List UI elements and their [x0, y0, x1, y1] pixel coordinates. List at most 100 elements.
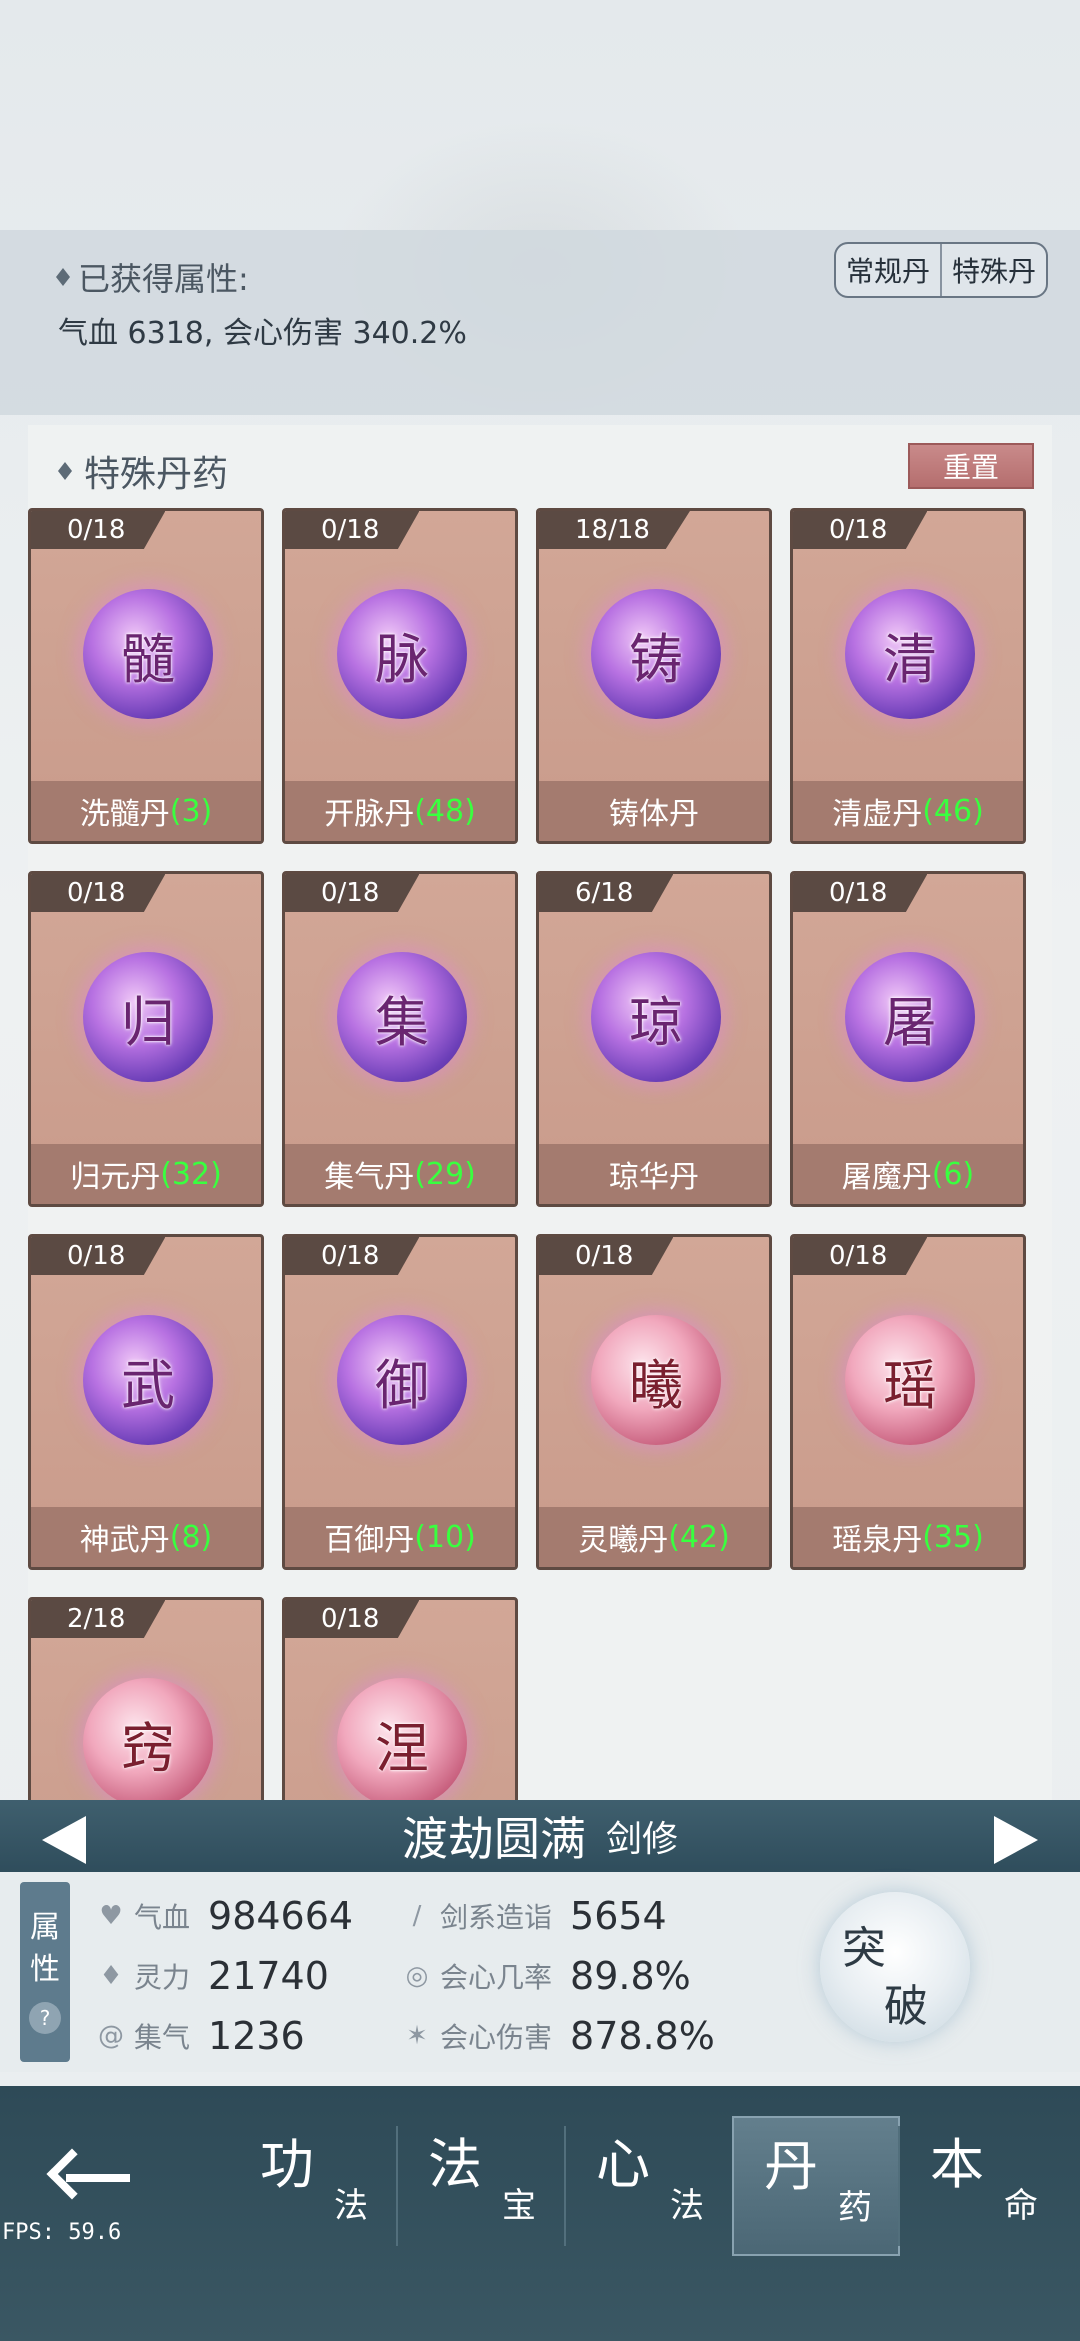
- pill-card[interactable]: 0/18 瑶瑶泉丹 (35): [790, 1234, 1026, 1570]
- nav-tab-sub-char: 法: [334, 2186, 368, 2226]
- nav-tab-main-char: 功: [260, 2133, 314, 2196]
- pill-name: 琼华丹: [609, 1160, 699, 1195]
- pill-card[interactable]: 0/18 脉开脉丹 (48): [282, 508, 518, 844]
- pill-name-bar: 神武丹 (8): [31, 1507, 261, 1567]
- breakthrough-char-1: 突: [842, 1923, 886, 1974]
- fps-counter: FPS: 59.6: [2, 2220, 122, 2245]
- stat-lingli-value: 21740: [208, 1954, 329, 1998]
- pill-card[interactable]: 18/18 铸铸体丹: [536, 508, 772, 844]
- tab-regular-pills[interactable]: 常规丹: [836, 244, 942, 296]
- pill-card[interactable]: 0/18 集集气丹 (29): [282, 871, 518, 1207]
- pill-orb-icon: 武: [83, 1315, 213, 1445]
- pill-orb-icon: 归: [83, 952, 213, 1082]
- pill-orb-icon: 屠: [845, 952, 975, 1082]
- pill-name-bar: 屠魔丹 (6): [793, 1144, 1023, 1204]
- pill-name: 清虚丹: [832, 797, 923, 832]
- breakthrough-char-2: 破: [884, 1981, 928, 2032]
- stat-sword-mastery-label: 剑系造诣: [440, 1901, 553, 1934]
- nav-tab[interactable]: 心法: [566, 2116, 734, 2256]
- obtained-attributes-title: 已获得属性:: [56, 254, 249, 300]
- pill-quantity: (32): [160, 1156, 222, 1192]
- obtained-attributes-label: 已获得属性:: [78, 260, 249, 298]
- prev-arrow-icon[interactable]: [42, 1816, 86, 1864]
- burst-icon: ✶: [406, 2021, 428, 2051]
- stat-crit-rate-value: 89.8%: [570, 1954, 691, 1998]
- back-arrow-icon[interactable]: [46, 2138, 138, 2218]
- nav-tab[interactable]: 功法: [230, 2116, 398, 2256]
- tab-special-pills[interactable]: 特殊丹: [942, 244, 1046, 296]
- pill-name: 洗髓丹: [79, 797, 170, 832]
- diamond-icon: [58, 462, 72, 480]
- heart-icon: ♥: [99, 1901, 123, 1931]
- pill-count: 6/18: [539, 874, 674, 912]
- pill-name: 屠魔丹: [841, 1160, 932, 1195]
- pill-name-bar: 铸体丹: [539, 781, 769, 841]
- pill-card[interactable]: 0/18 归归元丹 (32): [28, 871, 264, 1207]
- pill-name: 开脉丹: [324, 797, 415, 832]
- pill-name: 灵曦丹: [578, 1523, 669, 1558]
- stat-qixue: ♥ 气血 984664: [96, 1894, 353, 1938]
- pill-count: 0/18: [285, 1237, 420, 1275]
- pill-quantity: (48): [414, 793, 476, 829]
- stat-qixue-label: 气血: [134, 1901, 191, 1934]
- pill-count: 0/18: [285, 1600, 420, 1638]
- stat-jiqi: @ 集气 1236: [96, 2014, 305, 2058]
- pill-name: 铸体丹: [609, 797, 699, 832]
- pill-name: 瑶泉丹: [832, 1523, 923, 1558]
- pill-card[interactable]: 6/18 琼琼华丹: [536, 871, 772, 1207]
- pill-count: 0/18: [31, 874, 166, 912]
- pill-orb-icon: 涅: [337, 1678, 467, 1808]
- next-arrow-icon[interactable]: [994, 1816, 1038, 1864]
- pill-name-bar: 归元丹 (32): [31, 1144, 261, 1204]
- sword-icon: /: [412, 1901, 422, 1931]
- stat-jiqi-value: 1236: [208, 2014, 305, 2058]
- pill-count: 0/18: [793, 511, 928, 549]
- pill-orb-icon: 铸: [591, 589, 721, 719]
- stat-crit-rate: ◎ 会心几率 89.8%: [402, 1954, 691, 1998]
- pill-orb-icon: 髓: [83, 589, 213, 719]
- pill-card[interactable]: 0/18 武神武丹 (8): [28, 1234, 264, 1570]
- drop-icon: ♦: [99, 1961, 123, 1991]
- pill-count: 18/18: [539, 511, 690, 549]
- pill-card[interactable]: 0/18 屠屠魔丹 (6): [790, 871, 1026, 1207]
- realm-bar: 渡劫圆满 剑修: [0, 1800, 1080, 1872]
- pill-name-bar: 灵曦丹 (42): [539, 1507, 769, 1567]
- stat-crit-damage-label: 会心伤害: [440, 2021, 553, 2054]
- pill-quantity: (6): [931, 1156, 975, 1192]
- attributes-tab[interactable]: 属 性 ?: [20, 1882, 70, 2062]
- stat-qixue-value: 984664: [208, 1894, 354, 1938]
- stat-sword-mastery: / 剑系造诣 5654: [402, 1894, 667, 1938]
- nav-tab[interactable]: 法宝: [398, 2116, 566, 2256]
- reset-button[interactable]: 重置: [908, 443, 1034, 489]
- pill-orb-icon: 脉: [337, 589, 467, 719]
- pill-count: 0/18: [31, 1237, 166, 1275]
- pill-quantity: (10): [414, 1519, 476, 1555]
- pill-name-bar: 清虚丹 (46): [793, 781, 1023, 841]
- crit-rate-icon: ◎: [405, 1961, 429, 1991]
- special-pills-title: 特殊丹药: [58, 445, 228, 497]
- pill-name: 神武丹: [79, 1523, 170, 1558]
- swirl-icon: @: [98, 2021, 124, 2051]
- pill-card[interactable]: 0/18 御百御丹 (10): [282, 1234, 518, 1570]
- pill-orb-icon: 清: [845, 589, 975, 719]
- obtained-attributes-panel: 已获得属性: 气血 6318, 会心伤害 340.2% 常规丹 特殊丹: [0, 230, 1080, 415]
- pill-card[interactable]: 0/18 曦灵曦丹 (42): [536, 1234, 772, 1570]
- attributes-tab-label-1: 属: [30, 1910, 60, 1945]
- stat-crit-rate-label: 会心几率: [440, 1961, 553, 1994]
- pill-orb-icon: 瑶: [845, 1315, 975, 1445]
- nav-tab-main-char: 丹: [764, 2135, 818, 2198]
- pill-card[interactable]: 0/18 髓洗髓丹 (3): [28, 508, 264, 844]
- help-icon[interactable]: ?: [29, 2002, 61, 2034]
- pill-name-bar: 集气丹 (29): [285, 1144, 515, 1204]
- nav-tab[interactable]: 本命: [900, 2116, 1068, 2256]
- nav-tab-main-char: 本: [930, 2133, 984, 2196]
- pill-card[interactable]: 0/18 清清虚丹 (46): [790, 508, 1026, 844]
- pill-quantity: (42): [668, 1519, 730, 1555]
- pill-name-bar: 洗髓丹 (3): [31, 781, 261, 841]
- stat-lingli-label: 灵力: [134, 1961, 191, 1994]
- nav-tab-sub-char: 药: [838, 2188, 872, 2228]
- special-pills-panel: 特殊丹药 重置 0/18 髓洗髓丹 (3) 0/18 脉开脉丹 (48) 18/18 铸铸体丹…: [28, 425, 1052, 1933]
- nav-tab[interactable]: 丹药: [732, 2116, 900, 2256]
- breakthrough-button[interactable]: 突 破: [820, 1892, 970, 2042]
- pill-orb-icon: 曦: [591, 1315, 721, 1445]
